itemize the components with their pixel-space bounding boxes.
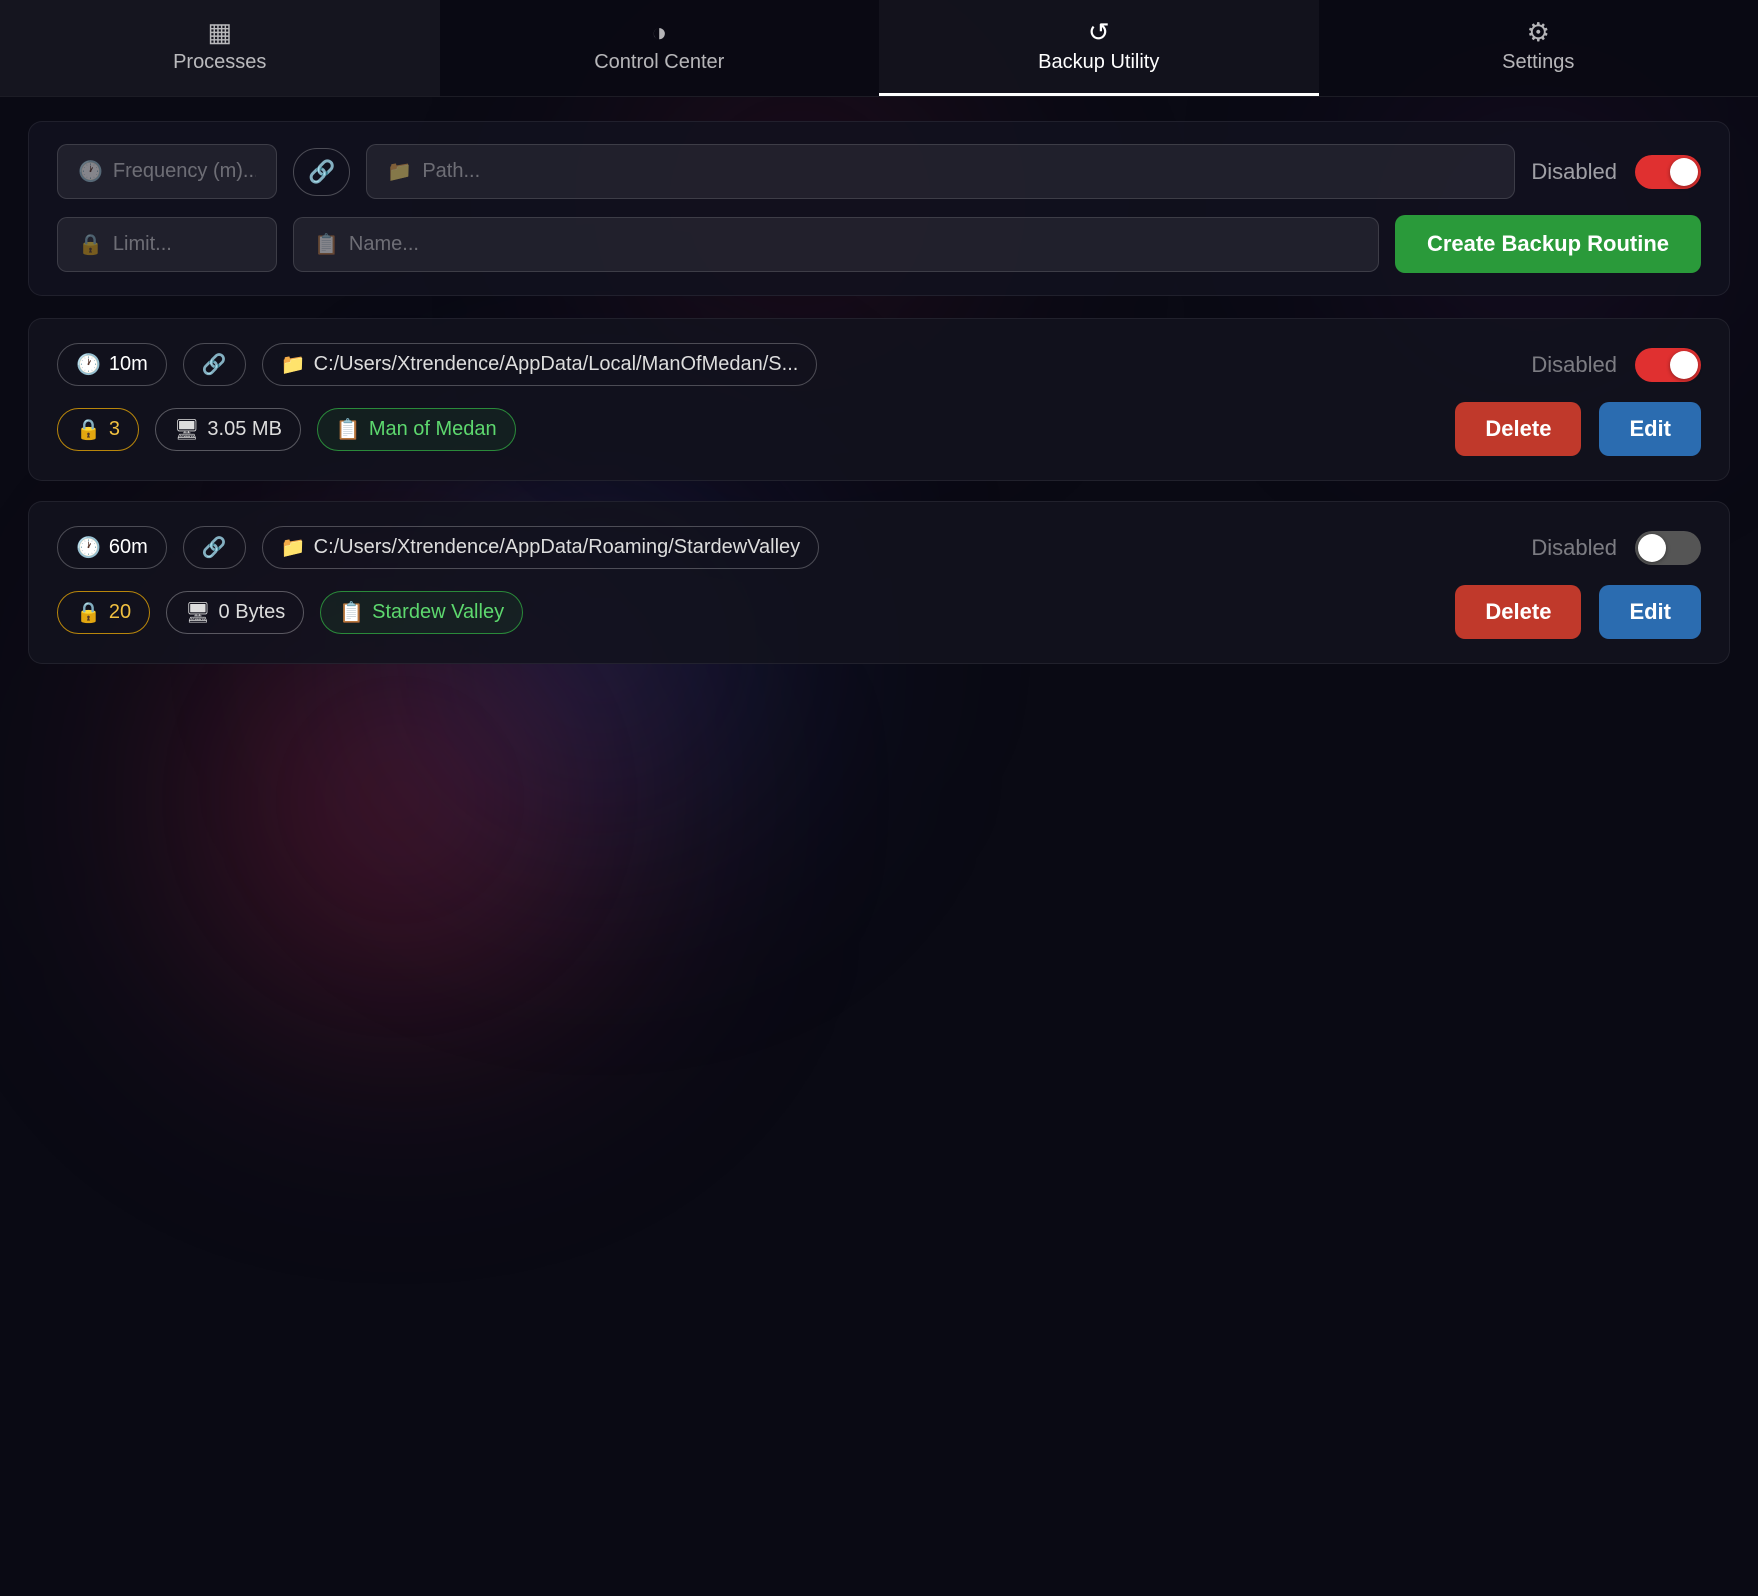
form-toggle-track (1635, 155, 1701, 189)
routine-toggle-track-2 (1635, 531, 1701, 565)
routine-disabled-label-2: Disabled (1531, 535, 1617, 561)
form-toggle[interactable] (1635, 155, 1701, 189)
path-input[interactable] (422, 160, 1494, 183)
path-input-wrapper[interactable]: 📁 (366, 144, 1515, 199)
nav-item-processes[interactable]: ▦ Processes (0, 0, 440, 96)
form-row-bottom: 🔒 📋 Create Backup Routine (57, 215, 1701, 273)
path-value-1: C:/Users/Xtrendence/AppData/Local/ManOfM… (314, 353, 799, 376)
form-top-right: Disabled (1531, 155, 1701, 189)
link-icon-2: 🔗 (202, 535, 227, 560)
routine-toggle-knob-1 (1670, 351, 1698, 379)
limit-input-wrapper[interactable]: 🔒 (57, 217, 277, 272)
routine-card-stardew-valley: 🕐 60m 🔗 📁 C:/Users/Xtrendence/AppData/Ro… (28, 501, 1730, 664)
routine-toggle-2[interactable] (1635, 531, 1701, 565)
link-pill-2: 🔗 (183, 526, 246, 569)
name-input-wrapper[interactable]: 📋 (293, 217, 1379, 272)
routine-buttons-1: Delete Edit (1455, 402, 1701, 456)
name-icon-2: 📋 (339, 600, 364, 625)
path-pill-1: 📁 C:/Users/Xtrendence/AppData/Local/ManO… (262, 343, 818, 386)
limit-value-2: 20 (109, 601, 131, 624)
nav-label-processes: Processes (173, 51, 266, 74)
form-disabled-label: Disabled (1531, 159, 1617, 185)
routine-row-top-1: 🕐 10m 🔗 📁 C:/Users/Xtrendence/AppData/Lo… (57, 343, 1701, 386)
clock-icon: 🕐 (78, 159, 103, 184)
main-content: 🕐 🔗 📁 Disabled (0, 97, 1758, 708)
name-pill-2: 📋 Stardew Valley (320, 591, 523, 634)
frequency-value-1: 10m (109, 353, 148, 376)
name-icon: 📋 (314, 232, 339, 257)
routine-toggle-1[interactable] (1635, 348, 1701, 382)
routine-card-man-of-medan: 🕐 10m 🔗 📁 C:/Users/Xtrendence/AppData/Lo… (28, 318, 1730, 481)
form-row-top: 🕐 🔗 📁 Disabled (57, 144, 1701, 199)
clock-icon-2: 🕐 (76, 535, 101, 560)
name-pill-1: 📋 Man of Medan (317, 408, 516, 451)
clock-icon-1: 🕐 (76, 352, 101, 377)
control-center-icon: ◑ (651, 19, 667, 45)
nav-label-backup-utility: Backup Utility (1038, 51, 1159, 74)
size-value-2: 0 Bytes (219, 601, 286, 624)
nav-item-backup-utility[interactable]: ↺ Backup Utility (879, 0, 1319, 96)
name-value-1: Man of Medan (369, 418, 497, 441)
limit-pill-1: 🔒 3 (57, 408, 139, 451)
storage-icon-1: 🖥 (174, 417, 199, 442)
nav-label-control-center: Control Center (594, 51, 724, 74)
limit-pill-2: 🔒 20 (57, 591, 150, 634)
size-pill-2: 🖥 0 Bytes (166, 591, 304, 634)
routine-disabled-label-1: Disabled (1531, 352, 1617, 378)
limit-value-1: 3 (109, 418, 120, 441)
routine-toggle-knob-2 (1638, 534, 1666, 562)
nav-item-control-center[interactable]: ◑ Control Center (440, 0, 880, 96)
form-toggle-knob (1670, 158, 1698, 186)
limit-input[interactable] (113, 233, 256, 256)
routine-right-1: Disabled (1531, 348, 1701, 382)
settings-icon: ⚙ (1527, 19, 1550, 45)
frequency-pill-1: 🕐 10m (57, 343, 167, 386)
create-form-card: 🕐 🔗 📁 Disabled (28, 121, 1730, 296)
size-value-1: 3.05 MB (207, 418, 281, 441)
storage-icon-2: 🖥 (185, 600, 210, 625)
name-input[interactable] (349, 233, 1358, 256)
lock-icon-1: 🔒 (76, 417, 101, 442)
routine-row-bottom-2: 🔒 20 🖥 0 Bytes 📋 Stardew Valley Delete E… (57, 585, 1701, 639)
path-pill-2: 📁 C:/Users/Xtrendence/AppData/Roaming/St… (262, 526, 819, 569)
frequency-input[interactable] (113, 160, 256, 183)
routine-right-2: Disabled (1531, 531, 1701, 565)
frequency-input-wrapper[interactable]: 🕐 (57, 144, 277, 199)
limit-icon: 🔒 (78, 232, 103, 257)
form-bottom-right: Create Backup Routine (1395, 215, 1701, 273)
nav-item-settings[interactable]: ⚙ Settings (1319, 0, 1758, 96)
name-value-2: Stardew Valley (372, 601, 504, 624)
delete-button-1[interactable]: Delete (1455, 402, 1581, 456)
size-pill-1: 🖥 3.05 MB (155, 408, 301, 451)
link-pill-1: 🔗 (183, 343, 246, 386)
nav-label-settings: Settings (1502, 51, 1574, 74)
backup-utility-icon: ↺ (1088, 19, 1110, 45)
lock-icon-2: 🔒 (76, 600, 101, 625)
edit-button-1[interactable]: Edit (1599, 402, 1701, 456)
link-icon-1: 🔗 (202, 352, 227, 377)
folder-icon: 📁 (387, 159, 412, 184)
edit-button-2[interactable]: Edit (1599, 585, 1701, 639)
routine-toggle-track-1 (1635, 348, 1701, 382)
folder-icon-1: 📁 (281, 352, 306, 377)
top-navigation: ▦ Processes ◑ Control Center ↺ Backup Ut… (0, 0, 1758, 97)
create-backup-button[interactable]: Create Backup Routine (1395, 215, 1701, 273)
delete-button-2[interactable]: Delete (1455, 585, 1581, 639)
link-icon: 🔗 (308, 159, 335, 185)
frequency-pill-2: 🕐 60m (57, 526, 167, 569)
folder-icon-2: 📁 (281, 535, 306, 560)
frequency-value-2: 60m (109, 536, 148, 559)
path-value-2: C:/Users/Xtrendence/AppData/Roaming/Star… (314, 536, 801, 559)
routine-buttons-2: Delete Edit (1455, 585, 1701, 639)
link-icon-pill[interactable]: 🔗 (293, 148, 350, 196)
name-icon-1: 📋 (336, 417, 361, 442)
routine-row-top-2: 🕐 60m 🔗 📁 C:/Users/Xtrendence/AppData/Ro… (57, 526, 1701, 569)
routine-row-bottom-1: 🔒 3 🖥 3.05 MB 📋 Man of Medan Delete Edit (57, 402, 1701, 456)
processes-icon: ▦ (207, 19, 232, 45)
